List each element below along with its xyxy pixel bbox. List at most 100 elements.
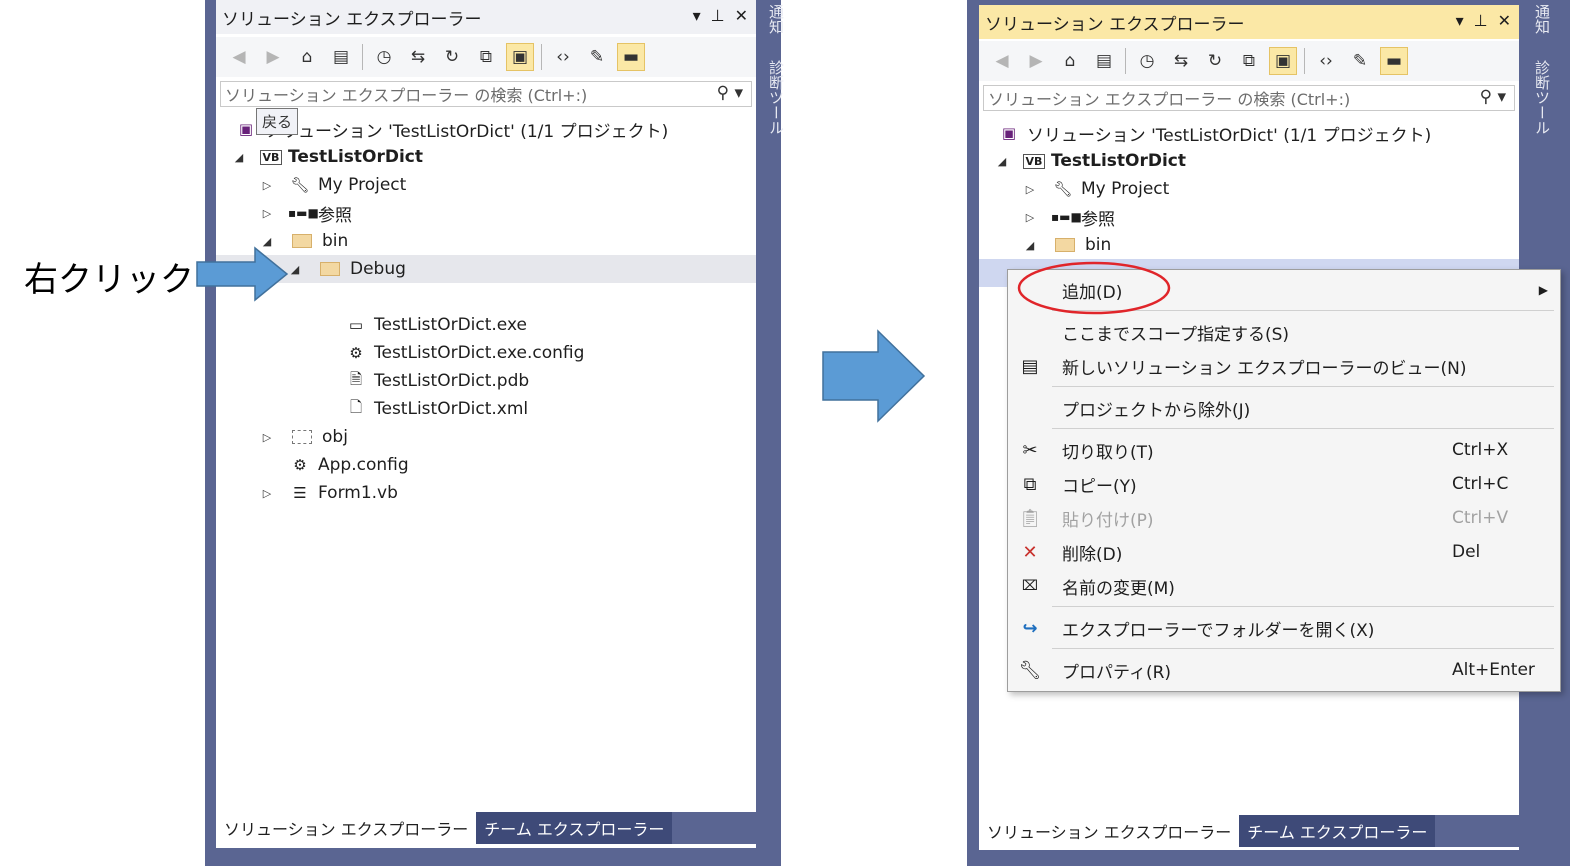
menu-item-rename[interactable]: ⌧ 名前の変更(M) xyxy=(1008,570,1560,602)
right-side-tab-diagnostics[interactable]: 診断ツール xyxy=(1532,60,1553,135)
menu-item-label: エクスプローラーでフォルダーを開く(X) xyxy=(1062,620,1375,641)
new-view-icon: ▤ xyxy=(1021,355,1039,377)
menu-item-label: 名前の変更(M) xyxy=(1062,578,1175,599)
show-all-files-icon[interactable]: ▣ xyxy=(1269,47,1297,75)
tree-row-file-exe[interactable]: ▭ TestListOrDict.exe xyxy=(344,311,527,339)
my-project-label: My Project xyxy=(1081,179,1170,199)
view-code-icon[interactable]: ‹› xyxy=(550,44,576,70)
collapsed-icon[interactable]: ▷ xyxy=(260,487,274,500)
close-icon[interactable]: ✕ xyxy=(735,6,748,25)
right-titlebar: ソリューション エクスプローラー ▾ ⊥ ✕ xyxy=(979,5,1519,39)
collapsed-icon[interactable]: ▷ xyxy=(260,431,274,444)
collapsed-icon[interactable]: ▷ xyxy=(1023,183,1037,196)
my-project-label: My Project xyxy=(318,175,407,195)
references-label: 参照 xyxy=(318,205,352,226)
tab-team-explorer[interactable]: チーム エクスプローラー xyxy=(476,812,673,844)
dropdown-icon[interactable]: ▾ xyxy=(693,6,701,25)
preview-selected-icon[interactable]: ▬ xyxy=(617,43,645,71)
menu-item-label: 切り取り(T) xyxy=(1062,442,1154,463)
collapse-all-icon[interactable]: ⧉ xyxy=(1236,48,1262,74)
dropdown-icon[interactable]: ▾ xyxy=(1456,11,1464,30)
back-icon[interactable]: ◀ xyxy=(226,44,252,70)
properties-wrench-icon[interactable]: ✎ xyxy=(584,44,610,70)
pending-changes-icon[interactable]: ◷ xyxy=(1134,48,1160,74)
tree-row-file-config[interactable]: ⚙ TestListOrDict.exe.config xyxy=(344,339,584,367)
left-side-tab-notify[interactable]: 通知 xyxy=(766,4,787,34)
tab-team-explorer[interactable]: チーム エクスプローラー xyxy=(1239,815,1436,847)
obj-label: obj xyxy=(322,427,348,447)
home-icon[interactable]: ⌂ xyxy=(294,44,320,70)
tree-row-project[interactable]: ◢ VB TestListOrDict xyxy=(232,143,423,171)
refresh-icon[interactable]: ↻ xyxy=(439,44,465,70)
tree-row-debug-selected[interactable]: ◢ Debug xyxy=(216,255,756,283)
properties-wrench-icon[interactable]: ✎ xyxy=(1347,48,1373,74)
switch-views-icon[interactable]: ▤ xyxy=(328,44,354,70)
menu-item-exclude[interactable]: プロジェクトから除外(J) xyxy=(1008,392,1560,424)
toolbar-separator xyxy=(362,44,363,70)
back-icon[interactable]: ◀ xyxy=(989,48,1015,74)
expanded-icon[interactable]: ◢ xyxy=(232,151,246,164)
pin-icon[interactable]: ⊥ xyxy=(1474,11,1488,30)
left-panel-title: ソリューション エクスプローラー xyxy=(222,9,482,30)
forward-icon[interactable]: ▶ xyxy=(1023,48,1049,74)
bin-label: bin xyxy=(1085,235,1112,255)
menu-item-properties[interactable]: 🔧︎ プロパティ(R) Alt+Enter xyxy=(1008,654,1560,686)
tree-row-references[interactable]: ▷ ▪▬■ 参照 xyxy=(1023,203,1115,231)
sync-icon[interactable]: ⇆ xyxy=(405,44,431,70)
tree-row-file-pdb[interactable]: 🗎︎ TestListOrDict.pdb xyxy=(344,367,529,395)
right-side-tab-notify[interactable]: 通知 xyxy=(1532,4,1553,34)
solution-label: ソリューション 'TestListOrDict' (1/1 プロジェクト) xyxy=(264,121,669,142)
forward-icon[interactable]: ▶ xyxy=(260,44,286,70)
tree-row-references[interactable]: ▷ ▪▬■ 参照 xyxy=(260,199,352,227)
open-folder-icon: ↪ xyxy=(1022,617,1038,639)
tree-row-solution[interactable]: ▣ ソリューション 'TestListOrDict' (1/1 プロジェクト) xyxy=(997,119,1431,147)
tree-row-solution[interactable]: ▣ ソリューション 'TestListOrDict' (1/1 プロジェクト) xyxy=(234,115,668,143)
tab-solution-explorer[interactable]: ソリューション エクスプローラー xyxy=(216,812,477,844)
pin-icon[interactable]: ⊥ xyxy=(711,6,725,25)
expanded-icon[interactable]: ◢ xyxy=(1023,239,1037,252)
vb-project-icon: VB xyxy=(260,149,282,165)
right-click-annotation: 右クリック xyxy=(24,260,194,300)
left-side-tab-diagnostics[interactable]: 診断ツール xyxy=(766,60,787,135)
left-search-input[interactable]: ソリューション エクスプローラー の検索 (Ctrl+:) ⚲ ▾ xyxy=(220,81,752,107)
tree-row-project[interactable]: ◢ VB TestListOrDict xyxy=(995,147,1186,175)
home-icon[interactable]: ⌂ xyxy=(1057,48,1083,74)
collapsed-icon[interactable]: ▷ xyxy=(260,207,274,220)
preview-selected-icon[interactable]: ▬ xyxy=(1380,47,1408,75)
menu-item-open-in-explorer[interactable]: ↪ エクスプローラーでフォルダーを開く(X) xyxy=(1008,612,1560,644)
collapse-all-icon[interactable]: ⧉ xyxy=(473,44,499,70)
tree-row-file-xml[interactable]: 🗋︎ TestListOrDict.xml xyxy=(344,395,528,423)
refresh-icon[interactable]: ↻ xyxy=(1202,48,1228,74)
menu-item-cut[interactable]: ✂ 切り取り(T) Ctrl+X xyxy=(1008,434,1560,466)
tree-row-form1[interactable]: ▷ ☰ Form1.vb xyxy=(260,479,398,507)
search-icon[interactable]: ⚲ ▾ xyxy=(1480,87,1506,107)
menu-item-new-view[interactable]: ▤ 新しいソリューション エクスプローラーのビュー(N) xyxy=(1008,350,1560,382)
project-label: TestListOrDict xyxy=(288,147,423,167)
expanded-icon[interactable]: ◢ xyxy=(995,155,1009,168)
tree-row-app-config[interactable]: ⚙ App.config xyxy=(288,451,408,479)
menu-item-delete[interactable]: ✕ 削除(D) Del xyxy=(1008,536,1560,568)
switch-views-icon[interactable]: ▤ xyxy=(1091,48,1117,74)
menu-item-scope[interactable]: ここまでスコープ指定する(S) xyxy=(1008,316,1560,348)
tree-row-bin[interactable]: ◢ bin xyxy=(1023,231,1112,259)
menu-separator xyxy=(1052,648,1554,649)
pending-changes-icon[interactable]: ◷ xyxy=(371,44,397,70)
sync-icon[interactable]: ⇆ xyxy=(1168,48,1194,74)
tree-row-my-project[interactable]: ▷ 🔧︎ My Project xyxy=(260,171,407,199)
toolbar-separator xyxy=(1304,48,1305,74)
file-label: TestListOrDict.xml xyxy=(374,399,529,419)
show-all-files-icon[interactable]: ▣ xyxy=(506,43,534,71)
right-search-input[interactable]: ソリューション エクスプローラー の検索 (Ctrl+:) ⚲ ▾ xyxy=(983,85,1515,111)
search-icon[interactable]: ⚲ ▾ xyxy=(717,83,743,103)
tab-solution-explorer[interactable]: ソリューション エクスプローラー xyxy=(979,815,1240,847)
tree-row-obj[interactable]: ▷ obj xyxy=(260,423,348,451)
collapsed-icon[interactable]: ▷ xyxy=(1023,211,1037,224)
collapsed-icon[interactable]: ▷ xyxy=(260,179,274,192)
tree-row-my-project[interactable]: ▷ 🔧︎ My Project xyxy=(1023,175,1170,203)
folder-icon xyxy=(292,234,312,248)
bin-label: bin xyxy=(322,231,349,251)
paste-icon: 📋︎ xyxy=(1018,507,1042,529)
menu-item-copy[interactable]: ⧉ コピー(Y) Ctrl+C xyxy=(1008,468,1560,500)
view-code-icon[interactable]: ‹› xyxy=(1313,48,1339,74)
close-icon[interactable]: ✕ xyxy=(1498,11,1511,30)
